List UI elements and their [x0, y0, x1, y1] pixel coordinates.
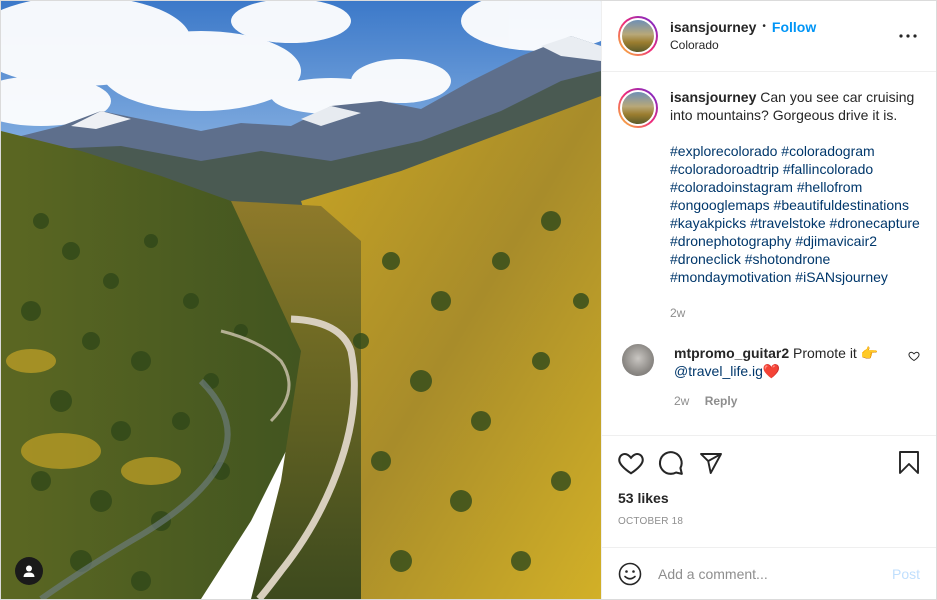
action-bar [618, 436, 920, 490]
comment-button[interactable] [658, 443, 698, 483]
post-header: isansjourney • Follow Colorado [602, 1, 936, 72]
tagged-users-button[interactable] [15, 557, 43, 585]
hashtag-link[interactable]: #beautifuldestinations [774, 197, 909, 213]
emoji-button[interactable] [618, 560, 646, 588]
comment-icon [658, 451, 683, 475]
share-icon [700, 453, 722, 474]
comment-emoji: ❤️ [762, 363, 781, 379]
user-icon [23, 565, 35, 577]
hashtag-link[interactable]: #kayakpicks [670, 215, 746, 231]
hashtag-link[interactable]: #dronephotography [670, 233, 791, 249]
heart-icon [618, 452, 644, 475]
add-comment-bar: Post [602, 547, 936, 599]
comment-input[interactable] [658, 565, 892, 582]
hashtag-list: #explorecolorado #coloradogram #colorado… [670, 142, 920, 286]
reply-button[interactable]: Reply [705, 394, 738, 408]
hashtag-link[interactable]: #iSANsjourney [795, 269, 888, 285]
post-actions-area: 53 likes OCTOBER 18 [602, 435, 936, 547]
likes-count[interactable]: 53 likes [618, 490, 920, 506]
commenter-avatar[interactable] [622, 344, 654, 376]
caption-author-avatar[interactable] [618, 88, 658, 128]
hashtag-link[interactable]: #djimavicair2 [795, 233, 877, 249]
hashtag-link[interactable]: #droneclick [670, 251, 741, 267]
post-caption: isansjourney Can you see car cruising in… [618, 88, 920, 322]
caption-username[interactable]: isansjourney [670, 89, 756, 105]
hashtag-link[interactable]: #coloradoroadtrip [670, 161, 779, 177]
hashtag-link[interactable]: #hellofrom [797, 179, 862, 195]
hashtag-link[interactable]: #coloradoinstagram [670, 179, 793, 195]
hashtag-link[interactable]: #shotondrone [745, 251, 831, 267]
follow-button[interactable]: Follow [772, 18, 816, 36]
post-photo[interactable] [1, 1, 601, 599]
hashtag-link[interactable]: #fallincolorado [783, 161, 873, 177]
hashtag-link[interactable]: #explorecolorado [670, 143, 777, 159]
comments-section: isansjourney Can you see car cruising in… [602, 72, 936, 435]
hashtag-link[interactable]: #mondaymotivation [670, 269, 791, 285]
more-options-button[interactable] [896, 24, 920, 48]
share-button[interactable] [698, 443, 738, 483]
instagram-post: isansjourney • Follow Colorado isansjour… [0, 0, 937, 600]
post-side-panel: isansjourney • Follow Colorado isansjour… [601, 1, 936, 599]
comment-text: Promote it 👉 [793, 345, 879, 361]
emoji-icon [618, 562, 642, 585]
post-date[interactable]: OCTOBER 18 [618, 516, 920, 527]
hashtag-link[interactable]: #coloradogram [781, 143, 874, 159]
hashtag-link[interactable]: #travelstoke [750, 215, 825, 231]
comment-timestamp[interactable]: 2w [674, 394, 689, 408]
post-location[interactable]: Colorado [670, 36, 896, 54]
bookmark-icon [899, 451, 919, 474]
save-button[interactable] [880, 443, 920, 483]
hashtag-link[interactable]: #dronecapture [830, 215, 920, 231]
caption-timestamp[interactable]: 2w [670, 304, 920, 322]
more-icon [899, 34, 917, 38]
separator-dot: • [762, 21, 766, 32]
comment-item: mtpromo_guitar2 Promote it 👉 @travel_lif… [618, 344, 920, 410]
like-button[interactable] [618, 443, 658, 483]
landscape-image [1, 1, 601, 599]
commenter-username[interactable]: mtpromo_guitar2 [674, 345, 789, 361]
post-comment-button[interactable]: Post [892, 566, 920, 582]
author-username[interactable]: isansjourney [670, 18, 756, 36]
comment-like-icon[interactable] [908, 350, 920, 362]
comment-mention[interactable]: @travel_life.ig [674, 363, 763, 379]
hashtag-link[interactable]: #ongooglemaps [670, 197, 770, 213]
author-avatar[interactable] [618, 16, 658, 56]
